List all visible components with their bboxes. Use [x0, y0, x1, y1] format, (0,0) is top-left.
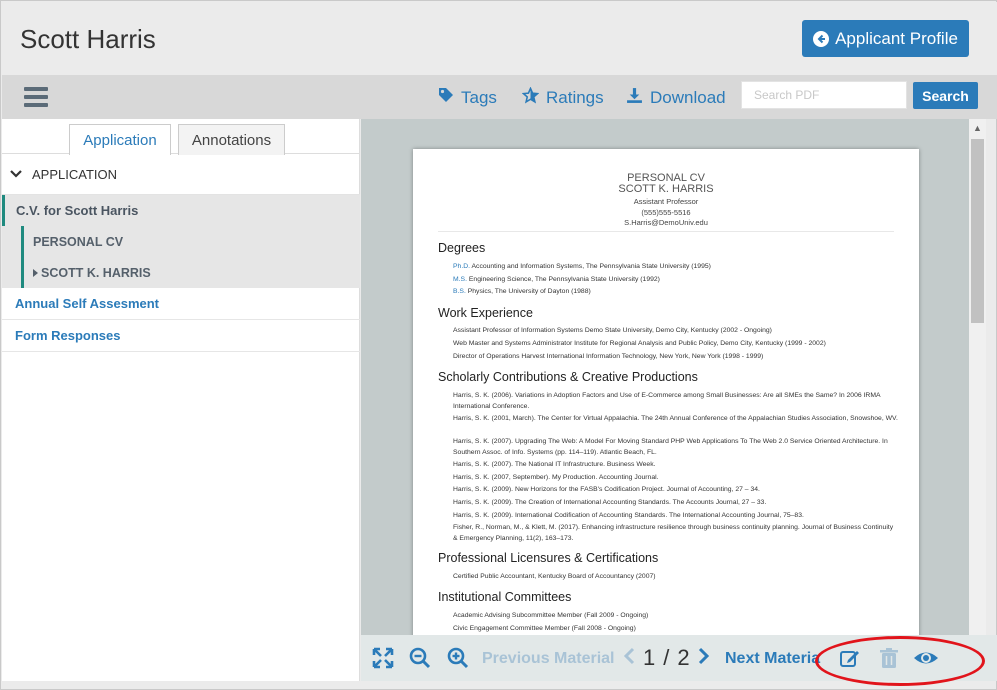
- cv-position: Assistant Professor: [633, 197, 699, 206]
- work-line: Assistant Professor of Information Syste…: [453, 327, 772, 334]
- applicant-profile-button[interactable]: Applicant Profile: [802, 20, 969, 57]
- page-header: Scott Harris Applicant Profile: [2, 2, 997, 75]
- sidebar-item-scott-k-harris[interactable]: SCOTT K. HARRIS: [2, 257, 360, 288]
- scholarly-line: Harris, S. K. (2006). Variations in Adop…: [453, 392, 881, 410]
- section-degrees: Degrees: [438, 241, 486, 255]
- trash-icon[interactable]: [879, 647, 903, 671]
- scrollbar-thumb[interactable]: [971, 139, 984, 323]
- chevron-left-icon[interactable]: [623, 645, 635, 671]
- toolbar: Tags Ratings Download Search: [2, 75, 997, 119]
- work-line: Director of Operations Harvest Internati…: [453, 353, 764, 360]
- section-licensures: Professional Licensures & Certifications: [438, 551, 659, 565]
- degree-line: B.S. Physics, The University of Dayton (…: [453, 288, 591, 295]
- cv-phone: (555)555-5516: [641, 207, 691, 217]
- edit-icon[interactable]: [839, 647, 863, 671]
- sidebar-tabs: Application Annotations: [2, 119, 360, 155]
- sidebar-item-personal-cv[interactable]: PERSONAL CV: [2, 226, 360, 257]
- scholarly-line: Harris, S. K. (2009). The Creation of In…: [453, 499, 767, 506]
- scroll-up-arrow-icon[interactable]: ▲: [969, 119, 986, 136]
- fullscreen-icon[interactable]: [372, 647, 396, 671]
- ratings-button[interactable]: Ratings: [521, 86, 604, 109]
- application-section-header[interactable]: APPLICATION: [2, 155, 360, 195]
- scholarly-line: Harris, S. K. (2009). International Codi…: [453, 512, 804, 519]
- app-window: Scott Harris Applicant Profile Tags Rati…: [0, 0, 997, 690]
- pdf-viewer[interactable]: PERSONAL CV SCOTT K. HARRIS Assistant Pr…: [361, 119, 969, 635]
- cv-name: SCOTT K. HARRIS: [618, 183, 714, 195]
- scott-k-harris-label: SCOTT K. HARRIS: [41, 265, 151, 280]
- divider: [438, 231, 894, 232]
- section-committees: Institutional Committees: [438, 590, 572, 604]
- tags-button[interactable]: Tags: [438, 87, 497, 108]
- viewer-scrollbar[interactable]: ▲: [969, 119, 986, 635]
- download-button[interactable]: Download: [626, 87, 726, 109]
- page-current: 1: [643, 645, 656, 670]
- section-scholarly: Scholarly Contributions & Creative Produ…: [438, 370, 698, 384]
- scholarly-line: Fisher, R., Norman, M., & Klett, M. (201…: [453, 524, 894, 542]
- next-material-button[interactable]: Next Materia: [725, 650, 820, 668]
- page-indicator: 1 / 2: [623, 645, 710, 671]
- download-label: Download: [650, 88, 726, 107]
- applicant-profile-label: Applicant Profile: [835, 28, 958, 48]
- section-work: Work Experience: [438, 306, 533, 320]
- ratings-label: Ratings: [546, 88, 604, 107]
- committee-line: Academic Advising Subcommittee Member (F…: [453, 612, 649, 619]
- previous-material-button[interactable]: Previous Material: [482, 650, 615, 668]
- zoom-out-icon[interactable]: [409, 647, 433, 671]
- chevron-right-icon[interactable]: [698, 645, 710, 671]
- cv-email: S.Harris@DemoUniv.edu: [624, 218, 708, 227]
- menu-icon[interactable]: [24, 87, 48, 107]
- scholarly-line: Harris, S. K. (2009). New Horizons for t…: [453, 486, 760, 493]
- page-total: 2: [677, 645, 690, 670]
- licensure-line: Certified Public Accountant, Kentucky Bo…: [453, 573, 656, 580]
- tree-indicator-bar: [21, 226, 24, 257]
- chevron-down-icon: [10, 167, 22, 182]
- eye-icon[interactable]: [913, 647, 941, 671]
- tags-label: Tags: [461, 87, 497, 107]
- tab-annotations[interactable]: Annotations: [178, 124, 285, 155]
- zoom-in-icon[interactable]: [447, 647, 471, 671]
- sidebar-item-cv[interactable]: C.V. for Scott Harris: [2, 195, 360, 226]
- sidebar-item-form-responses[interactable]: Form Responses: [2, 320, 360, 352]
- scholarly-line: Harris, S. K. (2007, September). My Prod…: [453, 474, 659, 481]
- search-pdf-input[interactable]: [741, 81, 907, 109]
- application-section-label: APPLICATION: [32, 167, 118, 182]
- tree-indicator-bar: [21, 257, 24, 288]
- scholarly-line: Harris, S. K. (2007). Upgrading The Web:…: [453, 438, 888, 456]
- arrow-circle-left-icon: [813, 30, 830, 47]
- tab-application[interactable]: Application: [69, 124, 171, 155]
- applicant-name: Scott Harris: [20, 24, 156, 54]
- star-icon: [521, 86, 540, 109]
- page-separator: /: [663, 645, 670, 670]
- viewer-bottom-bar: Previous Material 1 / 2 Next Materia: [361, 635, 997, 681]
- sidebar-item-annual-self-assessment[interactable]: Annual Self Assesment: [2, 288, 360, 320]
- degree-line: Ph.D. Accounting and Information Systems…: [453, 263, 711, 270]
- sidebar: Application Annotations APPLICATION C.V.…: [2, 119, 360, 681]
- caret-right-icon: [33, 266, 38, 280]
- committee-line: Civic Engagement Committee Member (Fall …: [453, 625, 636, 632]
- download-icon: [626, 87, 643, 109]
- degree-line: M.S. Engineering Science, The Pennsylvan…: [453, 276, 660, 283]
- search-button[interactable]: Search: [913, 82, 978, 109]
- pdf-page: PERSONAL CV SCOTT K. HARRIS Assistant Pr…: [413, 149, 919, 635]
- scholarly-line: Harris, S. K. (2007). The National IT In…: [453, 461, 656, 468]
- tag-icon: [438, 87, 454, 108]
- scholarly-line: Harris, S. K. (2001, March). The Center …: [453, 415, 898, 422]
- work-line: Web Master and Systems Administrator Ins…: [453, 340, 826, 347]
